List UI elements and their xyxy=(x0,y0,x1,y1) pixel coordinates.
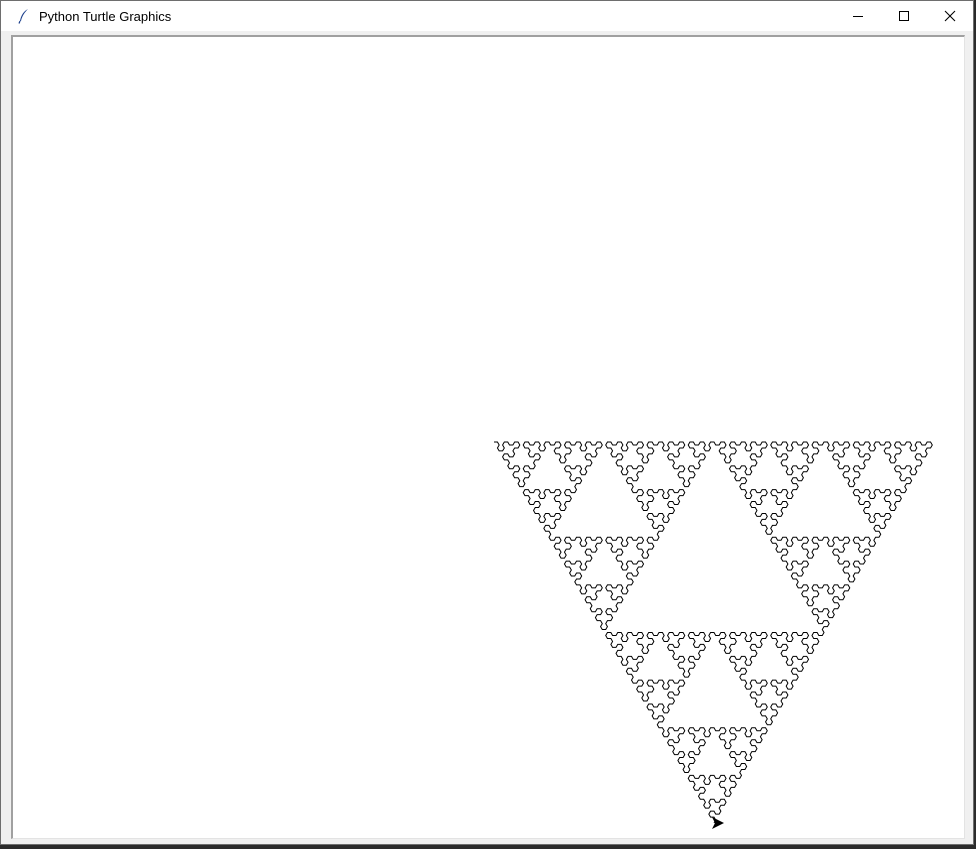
window-controls xyxy=(835,1,973,31)
turtle-drawing xyxy=(494,441,933,830)
sierpinski-curve-path xyxy=(494,441,933,824)
title-bar[interactable]: Python Turtle Graphics xyxy=(1,1,973,31)
turtle-window: Python Turtle Graphics xyxy=(0,0,974,845)
close-icon xyxy=(944,10,956,22)
window-title: Python Turtle Graphics xyxy=(39,8,172,24)
arrow-turtle-icon xyxy=(712,817,724,830)
minimize-button[interactable] xyxy=(835,1,881,31)
close-button[interactable] xyxy=(927,1,973,31)
minimize-icon xyxy=(853,16,863,17)
maximize-button[interactable] xyxy=(881,1,927,31)
maximize-icon xyxy=(899,11,909,21)
turtle-canvas[interactable] xyxy=(11,35,965,839)
feather-icon xyxy=(17,8,31,24)
